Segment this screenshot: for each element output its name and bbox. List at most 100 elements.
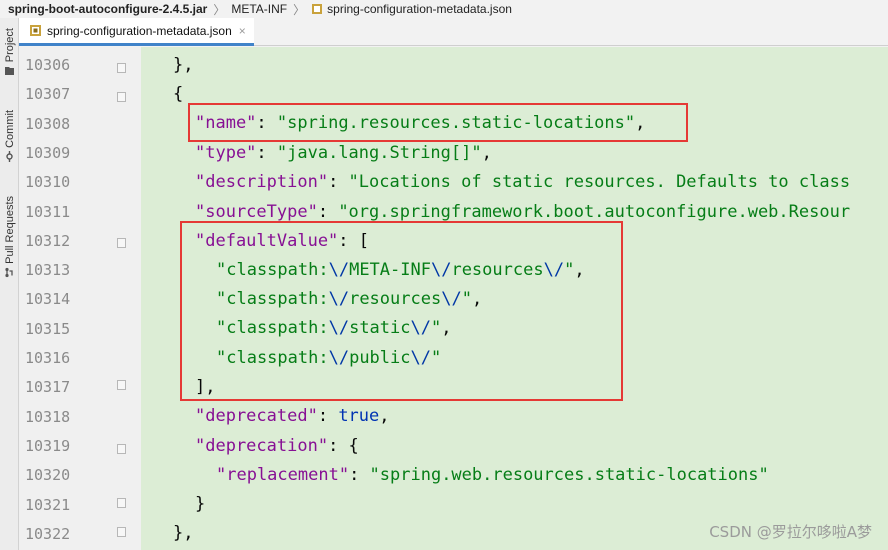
line-number: 10320 <box>25 466 71 484</box>
tab-spring-configuration-metadata[interactable]: spring-configuration-metadata.json × <box>19 18 254 46</box>
comma: , <box>441 318 452 338</box>
comma: , <box>574 260 585 280</box>
fold-marker[interactable] <box>117 527 126 537</box>
breadcrumb-separator: 〉 <box>213 2 226 17</box>
json-string: public <box>349 348 411 368</box>
code-line-10317[interactable]: ], <box>195 377 215 397</box>
fold-marker[interactable] <box>117 444 126 454</box>
punctuation: ], <box>195 377 216 397</box>
comma: , <box>481 143 492 163</box>
escape-sequence: \/ <box>328 289 350 309</box>
json-string: "Locations of static resources. Defaults… <box>348 172 851 192</box>
comma: , <box>471 289 483 309</box>
line-number: 10321 <box>25 496 71 514</box>
tool-commit[interactable]: Commit <box>0 110 19 162</box>
json-string: " <box>461 289 472 309</box>
code-line-10310[interactable]: "description": "Locations of static reso… <box>195 172 850 192</box>
escape-sequence: \/ <box>441 289 462 309</box>
code-line-10312[interactable]: "defaultValue": [ <box>195 231 369 251</box>
close-icon[interactable]: × <box>239 24 246 38</box>
line-number: 10308 <box>25 115 71 133</box>
tool-pull-requests[interactable]: Pull Requests <box>0 196 19 278</box>
folder-icon <box>5 67 14 76</box>
line-number: 10309 <box>25 144 71 162</box>
json-string: "classpath: <box>216 260 329 280</box>
line-number: 10312 <box>25 232 71 250</box>
code-line-10321[interactable]: } <box>195 494 205 514</box>
fold-marker[interactable] <box>117 92 126 102</box>
colon: : { <box>328 436 359 456</box>
tool-project[interactable]: Project <box>0 28 19 76</box>
code-line-10307[interactable]: { <box>173 84 183 104</box>
breadcrumb-folder[interactable]: META-INF <box>231 2 287 16</box>
watermark: CSDN @罗拉尔哆啦A梦 <box>709 523 872 541</box>
punctuation: }, <box>173 523 194 543</box>
punctuation: } <box>195 494 206 514</box>
code-line-10322[interactable]: }, <box>173 523 193 543</box>
code-line-10314[interactable]: "classpath:\/resources\/", <box>216 289 482 309</box>
json-string: META-INF <box>349 260 431 280</box>
commit-icon <box>6 150 13 162</box>
line-number: 10306 <box>25 56 71 74</box>
colon: : <box>256 143 277 163</box>
line-number: 10322 <box>25 525 71 543</box>
fold-marker[interactable] <box>117 380 126 390</box>
code-line-10318[interactable]: "deprecated": true, <box>195 406 390 426</box>
line-number: 10315 <box>25 320 71 338</box>
json-key: "deprecated" <box>195 406 318 426</box>
json-string: "spring.web.resources.static-locations" <box>369 465 769 485</box>
escape-sequence: \/ <box>328 318 350 338</box>
code-line-10319[interactable]: "deprecation": { <box>195 436 359 456</box>
fold-marker[interactable] <box>117 63 126 73</box>
escape-sequence: \/ <box>328 348 350 368</box>
json-key: "sourceType" <box>195 202 318 222</box>
line-number: 10316 <box>25 349 71 367</box>
json-key: "defaultValue" <box>195 231 339 251</box>
colon: : <box>317 202 339 222</box>
json-string: " <box>564 260 575 280</box>
line-number: 10307 <box>25 85 71 103</box>
code-line-10311[interactable]: "sourceType": "org.springframework.boot.… <box>195 202 850 222</box>
line-number: 10314 <box>25 290 71 308</box>
code-line-10316[interactable]: "classpath:\/public\/" <box>216 348 441 368</box>
tab-title: spring-configuration-metadata.json <box>47 23 232 38</box>
punctuation: { <box>173 84 184 104</box>
colon: : <box>317 406 339 426</box>
escape-sequence: \/ <box>430 260 452 280</box>
json-key: "deprecation" <box>195 436 329 456</box>
line-number: 10318 <box>25 408 71 426</box>
json-string: " <box>430 348 442 368</box>
comma: , <box>379 406 390 426</box>
fold-marker[interactable] <box>117 238 126 248</box>
code-line-10320[interactable]: "replacement": "spring.web.resources.sta… <box>216 465 769 485</box>
escape-sequence: \/ <box>328 260 350 280</box>
code-line-10313[interactable]: "classpath:\/META-INF\/resources\/", <box>216 260 585 280</box>
colon: : <box>349 465 370 485</box>
editor-tab-bar: spring-configuration-metadata.json × <box>19 18 888 46</box>
line-number: 10310 <box>25 173 71 191</box>
code-line-10308[interactable]: "name": "spring.resources.static-locatio… <box>195 113 645 133</box>
breadcrumb-file[interactable]: spring-configuration-metadata.json <box>327 2 512 16</box>
colon: : <box>256 113 277 133</box>
json-string: "org.springframework.boot.autoconfigure.… <box>338 202 851 222</box>
json-key: "replacement" <box>216 465 350 485</box>
tool-project-label: Project <box>3 28 16 63</box>
breadcrumb-jar[interactable]: spring-boot-autoconfigure-2.4.5.jar <box>8 2 207 16</box>
colon: : [ <box>338 231 370 251</box>
tool-commit-label: Commit <box>3 110 16 148</box>
breadcrumb-separator: 〉 <box>293 2 306 17</box>
fold-marker[interactable] <box>117 498 126 508</box>
tool-window-strip: Project Commit Pull Requests <box>0 18 19 550</box>
comma: , <box>635 113 646 133</box>
code-line-10315[interactable]: "classpath:\/static\/", <box>216 318 451 338</box>
breadcrumb: spring-boot-autoconfigure-2.4.5.jar 〉 ME… <box>0 0 888 18</box>
escape-sequence: \/ <box>543 260 565 280</box>
code-line-10309[interactable]: "type": "java.lang.String[]", <box>195 143 492 163</box>
escape-sequence: \/ <box>410 318 431 338</box>
json-string: resources <box>451 260 544 280</box>
code-line-10306[interactable]: }, <box>173 55 193 75</box>
line-number: 10317 <box>25 378 71 396</box>
json-string: "spring.resources.static-locations" <box>276 113 636 133</box>
pull-request-icon <box>5 267 13 277</box>
line-number: 10313 <box>25 261 71 279</box>
